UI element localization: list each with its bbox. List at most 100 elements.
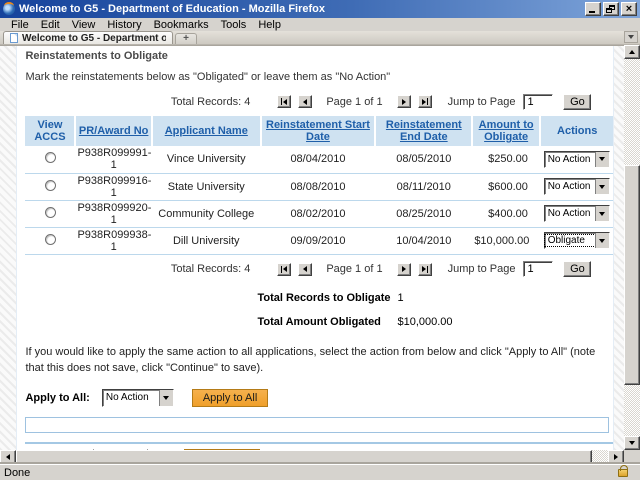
new-tab-button[interactable]: + <box>175 33 197 44</box>
total-records-label: Total Records: 4 <box>170 95 251 108</box>
apply-to-all-select[interactable]: No Action <box>101 388 174 407</box>
chevron-down-icon <box>158 389 173 406</box>
go-button[interactable]: Go <box>563 261 592 277</box>
jump-to-page-input[interactable] <box>523 93 554 110</box>
col-reinstatement-start-date[interactable]: Reinstatement Start Date <box>260 116 377 146</box>
applicant-name: Dill University <box>151 227 261 255</box>
view-accs-radio[interactable] <box>44 179 56 191</box>
start-date: 08/04/2010 <box>260 146 376 174</box>
pagination-top: Total Records: 4 Page 1 of 1 Jump to Pag… <box>25 93 592 110</box>
horizontal-scrollbar-thumb[interactable] <box>16 450 592 464</box>
vertical-scrollbar[interactable] <box>624 45 640 450</box>
minimize-icon <box>589 11 595 13</box>
next-page-icon <box>401 98 406 105</box>
arrow-right-icon <box>614 454 618 460</box>
status-bar: Done <box>0 464 640 480</box>
tab-welcome-g5[interactable]: Welcome to G5 - Department of Edu... <box>3 31 173 44</box>
view-accs-radio[interactable] <box>44 233 56 245</box>
menu-view[interactable]: View <box>66 19 102 31</box>
menu-bookmarks[interactable]: Bookmarks <box>148 19 215 31</box>
arrow-up-icon <box>629 50 635 54</box>
list-all-tabs-button[interactable] <box>624 31 638 43</box>
award-number: P938R099916-1 <box>75 173 152 201</box>
go-button[interactable]: Go <box>563 93 592 110</box>
menu-edit[interactable]: Edit <box>35 19 66 31</box>
browser-window: Welcome to G5 - Department of Education … <box>0 0 640 480</box>
status-text: Done <box>4 466 31 479</box>
total-records-to-obligate-label: Total Records to Obligate <box>257 291 391 304</box>
secure-lock-icon[interactable] <box>618 464 628 477</box>
view-accs-radio[interactable] <box>44 152 56 164</box>
minimize-button[interactable] <box>585 2 601 16</box>
first-page-button[interactable] <box>277 95 292 108</box>
previous-page-icon <box>303 266 308 272</box>
apply-to-all-label: Apply to All: <box>25 391 90 404</box>
amount: $400.00 <box>472 200 540 228</box>
scroll-right-button[interactable] <box>608 450 624 464</box>
tab-bar: Welcome to G5 - Department of Edu... + <box>0 31 640 45</box>
window-title: Welcome to G5 - Department of Education … <box>19 3 325 15</box>
next-page-button[interactable] <box>396 262 411 276</box>
jump-to-page-label: Jump to Page <box>447 263 516 275</box>
close-button[interactable]: × <box>621 2 637 16</box>
first-page-icon <box>283 98 288 105</box>
next-page-icon <box>401 266 406 272</box>
col-pr-award-no[interactable]: PR/Award No <box>75 116 153 146</box>
last-page-button[interactable] <box>417 262 432 276</box>
previous-page-button[interactable] <box>298 95 313 108</box>
table-row: P938R099920-1 Community College 08/02/20… <box>25 200 614 228</box>
page-favicon <box>10 33 18 43</box>
table-row: P938R099916-1 State University 08/08/201… <box>25 173 614 201</box>
previous-page-button[interactable] <box>298 262 313 276</box>
view-accs-radio[interactable] <box>44 206 56 218</box>
pagination-bottom: Total Records: 4 Page 1 of 1 Jump to Pag… <box>25 261 592 278</box>
chevron-down-icon <box>594 151 609 167</box>
comment-input[interactable] <box>25 416 610 433</box>
table-header-row: View ACCS PR/Award No Applicant Name Rei… <box>25 116 614 146</box>
col-actions: Actions <box>539 116 614 146</box>
apply-to-all-button[interactable]: Apply to All <box>191 388 269 407</box>
vertical-scrollbar-thumb[interactable] <box>624 165 640 385</box>
award-number: P938R099920-1 <box>75 200 152 228</box>
award-number: P938R099938-1 <box>75 227 152 255</box>
menu-file[interactable]: File <box>5 19 35 31</box>
previous-page-icon <box>303 98 308 105</box>
left-margin-pattern <box>0 46 18 450</box>
scroll-down-button[interactable] <box>624 436 640 450</box>
total-records-to-obligate-value: 1 <box>397 291 404 304</box>
action-select[interactable]: No Action <box>543 205 610 222</box>
close-icon: × <box>625 3 633 15</box>
col-view-accs: View ACCS <box>25 116 77 146</box>
scroll-left-button[interactable] <box>0 450 16 464</box>
jump-to-page-input[interactable] <box>523 261 554 277</box>
col-amount-to-obligate[interactable]: Amount to Obligate <box>472 116 541 146</box>
next-page-button[interactable] <box>396 95 411 108</box>
scroll-up-button[interactable] <box>624 45 640 59</box>
applicant-name: State University <box>151 173 261 201</box>
action-select[interactable]: No Action <box>543 150 610 168</box>
amount: $600.00 <box>472 173 540 201</box>
col-applicant-name[interactable]: Applicant Name <box>151 116 262 146</box>
last-page-button[interactable] <box>417 95 432 108</box>
title-bar: Welcome to G5 - Department of Education … <box>0 0 640 18</box>
col-reinstatement-end-date[interactable]: Reinstatement End Date <box>375 116 474 146</box>
menu-bar: File Edit View History Bookmarks Tools H… <box>0 18 640 31</box>
start-date: 08/08/2010 <box>260 173 376 201</box>
restore-button[interactable] <box>603 2 619 16</box>
amount: $10,000.00 <box>472 227 540 255</box>
menu-history[interactable]: History <box>101 19 147 31</box>
page-indicator: Page 1 of 1 <box>326 95 383 108</box>
reinstatements-table: View ACCS PR/Award No Applicant Name Rei… <box>25 116 614 255</box>
table-row: P938R099991-1 Vince University 08/04/201… <box>25 146 614 174</box>
action-select[interactable]: Obligate <box>543 232 610 249</box>
menu-tools[interactable]: Tools <box>215 19 253 31</box>
menu-help[interactable]: Help <box>252 19 287 31</box>
action-select[interactable]: No Action <box>543 178 610 195</box>
first-page-button[interactable] <box>277 262 292 276</box>
first-page-icon <box>283 266 288 272</box>
scrollbar-corner <box>624 450 640 464</box>
firefox-icon <box>3 2 15 15</box>
chevron-down-icon <box>594 179 609 194</box>
total-amount-obligated-label: Total Amount Obligated <box>257 315 381 328</box>
horizontal-scrollbar[interactable] <box>0 450 624 464</box>
